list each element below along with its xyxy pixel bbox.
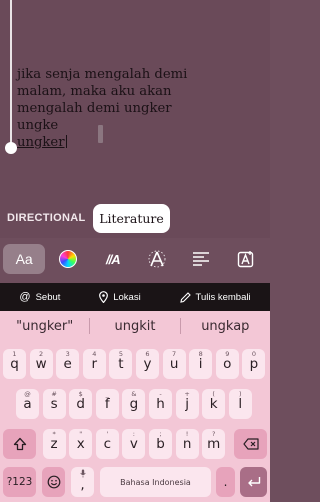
key-e[interactable]: 3e: [56, 349, 80, 379]
font-style-picker: DIRECTIONAL Literature: [0, 204, 270, 233]
key-v[interactable]: :v: [122, 429, 146, 459]
mention-label: Sebut: [35, 291, 61, 303]
key-s[interactable]: # s: [42, 389, 66, 419]
shift-icon: [13, 437, 26, 451]
key-p[interactable]: 0p: [242, 349, 266, 379]
sticker-text-icon: [237, 251, 253, 268]
style-literature[interactable]: Literature: [93, 204, 170, 233]
at-icon: @: [19, 291, 31, 303]
key-g[interactable]: & g: [122, 389, 146, 419]
key-l[interactable]: ) l: [228, 389, 252, 419]
key-y[interactable]: 6y: [136, 349, 159, 379]
story-text-line: mengalah demi ungker ungke: [17, 101, 172, 133]
mention-button[interactable]: @ Sebut: [19, 291, 60, 303]
backspace-key[interactable]: [234, 429, 267, 459]
symbols-key[interactable]: ?123: [3, 467, 36, 497]
rewrite-label: Tulis kembali: [195, 291, 251, 303]
story-canvas[interactable]: jika senja mengalah demi malam, maka aku…: [0, 0, 270, 238]
pencil-icon: [179, 291, 191, 303]
key-n[interactable]: ! n: [175, 429, 199, 459]
style-directional[interactable]: DIRECTIONAL: [2, 206, 90, 230]
enter-key[interactable]: [240, 467, 267, 497]
text-toolbar: Aa //A: [0, 240, 270, 278]
keyboard: "ungker" ungkit ungkap 1q 2w 3e 4r 5t 6y…: [0, 311, 270, 502]
key-u[interactable]: 7u: [162, 349, 186, 379]
italic-effect-icon: //A: [106, 251, 121, 267]
enter-icon: [247, 477, 260, 487]
key-r[interactable]: 4r: [82, 349, 106, 379]
key-f[interactable]: _ f: [95, 389, 119, 419]
key-m[interactable]: ? m: [202, 429, 226, 459]
key-t[interactable]: 5t: [109, 349, 133, 379]
key-a[interactable]: @ a: [16, 389, 39, 419]
animate-button[interactable]: [136, 244, 178, 274]
location-label: Lokasi: [113, 291, 141, 303]
suggestion-3[interactable]: ungkap: [181, 319, 270, 334]
key-j[interactable]: + j: [175, 389, 199, 419]
location-button[interactable]: Lokasi: [99, 291, 141, 303]
font-button[interactable]: Aa: [3, 244, 46, 274]
rewrite-button[interactable]: Tulis kembali: [179, 291, 251, 303]
story-text-box[interactable]: jika senja mengalah demi malam, maka aku…: [17, 66, 207, 151]
animate-icon: [148, 250, 166, 268]
key-row-4: ?123 , Bahasa Indonesia .: [0, 467, 270, 497]
key-c[interactable]: ' c: [95, 429, 119, 459]
suggestion-1[interactable]: "ungker": [0, 319, 89, 334]
text-caret: [65, 135, 67, 148]
sticker-text-button[interactable]: [225, 244, 267, 274]
suggestion-strip: "ungker" ungkit ungkap: [0, 311, 270, 341]
comma-key[interactable]: ,: [71, 467, 94, 497]
space-key[interactable]: Bahasa Indonesia: [100, 467, 211, 497]
key-k[interactable]: (k: [202, 389, 226, 419]
space-label: Bahasa Indonesia: [120, 477, 191, 487]
suggestion-2[interactable]: ungkit: [90, 319, 179, 334]
align-button[interactable]: [180, 244, 222, 274]
color-button[interactable]: [47, 244, 89, 274]
effect-button[interactable]: //A: [92, 244, 134, 274]
story-text-line: malam, maka aku akan: [17, 84, 172, 99]
mic-icon: [79, 469, 86, 478]
text-handle[interactable]: [98, 125, 103, 143]
key-b[interactable]: ; b: [149, 429, 172, 459]
story-action-bar: @ Sebut Lokasi Tulis kembali: [0, 283, 270, 311]
color-wheel-icon: [59, 250, 78, 268]
align-icon: [193, 252, 210, 266]
emoji-icon: [47, 475, 60, 489]
key-x[interactable]: " x: [69, 429, 93, 459]
key-q[interactable]: 1q: [3, 349, 26, 379]
text-size-slider-knob[interactable]: [5, 142, 17, 154]
font-icon: Aa: [15, 251, 33, 267]
period-key[interactable]: .: [216, 467, 235, 497]
key-row-3: * z " x ' c :v ; b ! n ? m: [0, 429, 270, 459]
key-d[interactable]: $ d: [69, 389, 93, 419]
key-o[interactable]: 9o: [215, 349, 239, 379]
key-i[interactable]: 8i: [189, 349, 213, 379]
story-text-line: jika senja mengalah demi: [17, 67, 188, 82]
backspace-icon: [242, 438, 259, 450]
key-row-1: 1q 2w 3e 4r 5t 6y 7u 8i 9o 0p: [0, 349, 270, 379]
key-z[interactable]: * z: [42, 429, 66, 459]
story-text-line-current: ungker: [17, 135, 65, 150]
location-pin-icon: [99, 291, 109, 303]
key-w[interactable]: 2w: [29, 349, 53, 379]
key-row-2: @ a # s $ d _ f & g -h + j (k ) l: [0, 389, 270, 419]
emoji-key[interactable]: [42, 467, 65, 497]
key-h[interactable]: -h: [149, 389, 172, 419]
shift-key[interactable]: [3, 429, 36, 459]
text-size-slider-track[interactable]: [10, 0, 12, 150]
